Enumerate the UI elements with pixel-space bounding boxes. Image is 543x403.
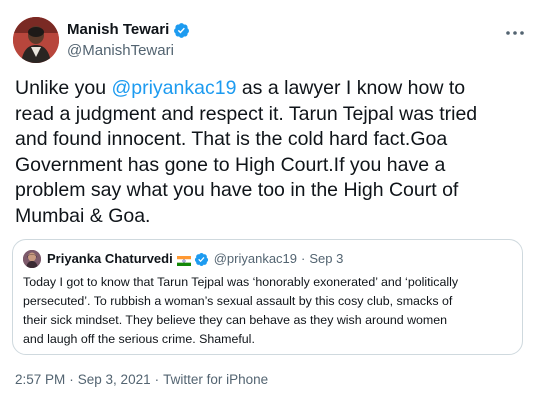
- tweet-text-line: and found innocent. That is the cold har…: [15, 128, 448, 150]
- author-info: Manish Tewari @ManishTewari: [67, 20, 190, 61]
- verified-badge-icon: [194, 252, 209, 267]
- tweet-text-line: Mumbai & Goa.: [15, 204, 151, 227]
- tweet-time[interactable]: 2:57 PM: [15, 372, 65, 387]
- quoted-author-avatar: [23, 250, 41, 268]
- quoted-text-line: and laugh off the serious crime. Shamefu…: [23, 332, 255, 346]
- quoted-text-line: their sick mindset. They believe they ca…: [23, 313, 448, 327]
- tweet-date[interactable]: Sep 3, 2021: [78, 372, 151, 387]
- quoted-author-name: Priyanka Chaturvedi: [47, 251, 173, 266]
- quoted-text-line: persecuted’. To rubbish a woman’s sexual…: [23, 294, 453, 308]
- author-avatar[interactable]: [13, 17, 59, 63]
- separator-dot: ·: [154, 372, 160, 387]
- quoted-tweet-header: Priyanka Chaturvedi @priyankac19 · Sep 3: [23, 250, 343, 268]
- quoted-tweet-date: Sep 3: [309, 251, 344, 266]
- separator-dot: ·: [69, 372, 74, 387]
- tweet-source-link[interactable]: Twitter for iPhone: [163, 372, 268, 387]
- quoted-tweet-text: Today I got to know that Tarun Tejpal wa…: [23, 273, 518, 349]
- tweet-text-line: problem say what you have too in the Hig…: [15, 179, 459, 201]
- tweet-text-line: Government has gone to High Court.If you…: [15, 153, 446, 176]
- quoted-tweet-card[interactable]: Priyanka Chaturvedi @priyankac19 · Sep 3: [12, 239, 523, 355]
- quoted-text-line: Today I got to know that Tarun Tejpal wa…: [23, 275, 459, 289]
- mention-link[interactable]: @priyankac19: [111, 77, 236, 99]
- more-options-icon[interactable]: [503, 23, 527, 43]
- india-flag-icon: [176, 254, 191, 266]
- tweet-metadata: 2:57 PM · Sep 3, 2021 · Twitter for iPhone: [15, 371, 268, 389]
- separator-dot: ·: [301, 251, 306, 266]
- author-handle[interactable]: @ManishTewari: [67, 41, 190, 61]
- author-display-name[interactable]: Manish Tewari: [67, 20, 169, 40]
- tweet-text-line: Unlike you @priyankac19 as a lawyer I kn…: [15, 77, 466, 99]
- quoted-author-handle: @priyankac19: [213, 251, 298, 266]
- tweet-header: Manish Tewari @ManishTewari: [12, 13, 531, 65]
- tweet: Manish Tewari @ManishTewari Unlike you @…: [0, 0, 543, 403]
- tweet-text: Unlike you @priyankac19 as a lawyer I kn…: [15, 76, 525, 229]
- verified-badge-icon: [173, 22, 190, 39]
- tweet-text-line: read a judgment and respect it. Tarun Te…: [15, 102, 478, 125]
